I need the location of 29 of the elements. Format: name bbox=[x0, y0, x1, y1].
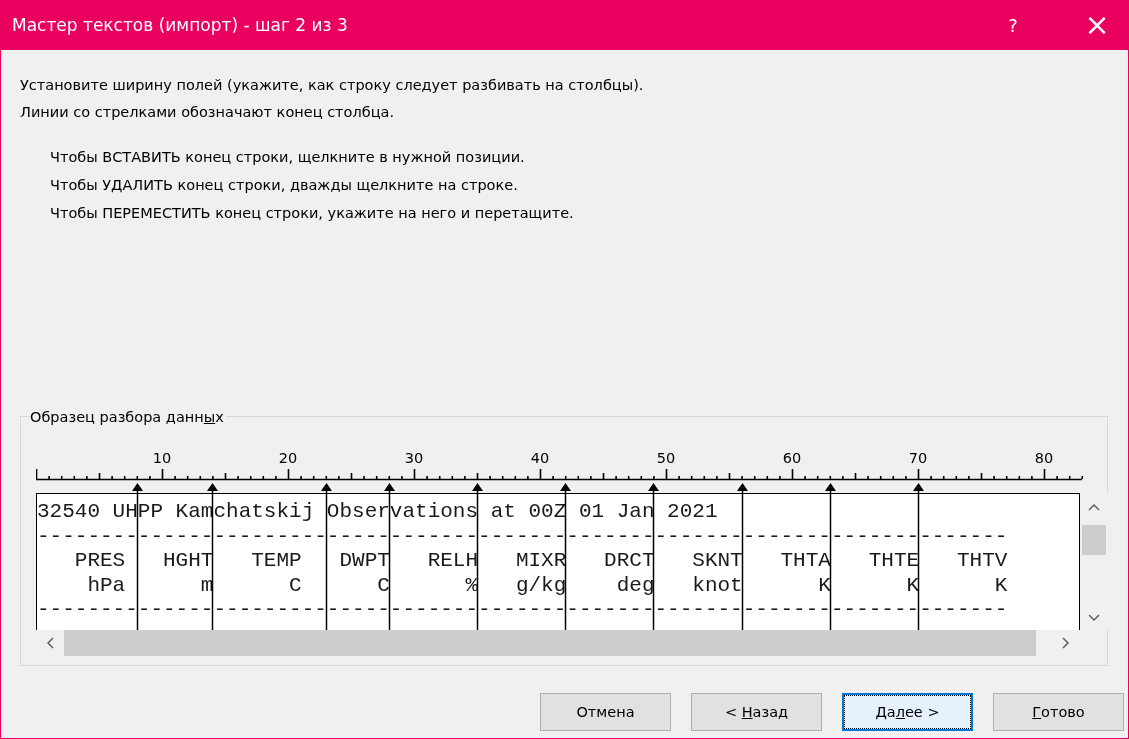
chevron-up-icon[interactable] bbox=[1088, 503, 1100, 511]
ruler-number: 40 bbox=[530, 449, 550, 467]
chevron-right-icon[interactable] bbox=[1062, 637, 1070, 649]
preview-line: ----------------------------------------------------------------------------- bbox=[37, 524, 1009, 549]
ruler-number: 20 bbox=[278, 449, 298, 467]
help-button[interactable]: ? bbox=[998, 14, 1028, 36]
ruler-number: 60 bbox=[782, 449, 802, 467]
wizard-button[interactable]: Далее > bbox=[842, 693, 973, 731]
preview-line: PRES HGHT TEMP DWPT RELH MIXR DRCT SKNT THTA THTE THTV bbox=[73, 549, 1009, 574]
wizard-button[interactable]: < Назад bbox=[691, 693, 822, 731]
preview-line: ----------------------------------------------------------------------------- bbox=[37, 598, 1009, 623]
close-button[interactable]: × bbox=[1079, 10, 1115, 40]
hint-text: Чтобы УДАЛИТЬ конец строки, дважды щелкните на строке. bbox=[50, 176, 519, 195]
instruction-text: Линии со стрелками обозначают конец столбца. bbox=[20, 103, 395, 122]
window-title: Мастер текстов (импорт) - шаг 2 из 3 bbox=[12, 15, 349, 35]
ruler-number: 10 bbox=[152, 449, 172, 467]
scroll-thumb[interactable] bbox=[1082, 525, 1106, 555]
chevron-down-icon[interactable] bbox=[1088, 614, 1100, 622]
hint-text: Чтобы ПЕРЕМЕСТИТЬ конец строки, укажите на него и перетащите. bbox=[50, 204, 575, 223]
hint-text: Чтобы ВСТАВИТЬ конец строки, щелкните в нужной позиции. bbox=[50, 148, 526, 167]
chevron-left-icon[interactable] bbox=[46, 637, 54, 649]
ruler-number: 50 bbox=[656, 449, 676, 467]
ruler-number: 30 bbox=[404, 449, 424, 467]
wizard-button[interactable]: Готово bbox=[993, 693, 1124, 731]
ruler-number: 80 bbox=[1034, 449, 1054, 467]
data-preview[interactable] bbox=[36, 493, 1080, 630]
ruler-number: 70 bbox=[908, 449, 928, 467]
wizard-button[interactable]: Отмена bbox=[540, 693, 671, 731]
instruction-text: Установите ширину полей (укажите, как строку следует разбивать на столбцы). bbox=[20, 76, 645, 95]
